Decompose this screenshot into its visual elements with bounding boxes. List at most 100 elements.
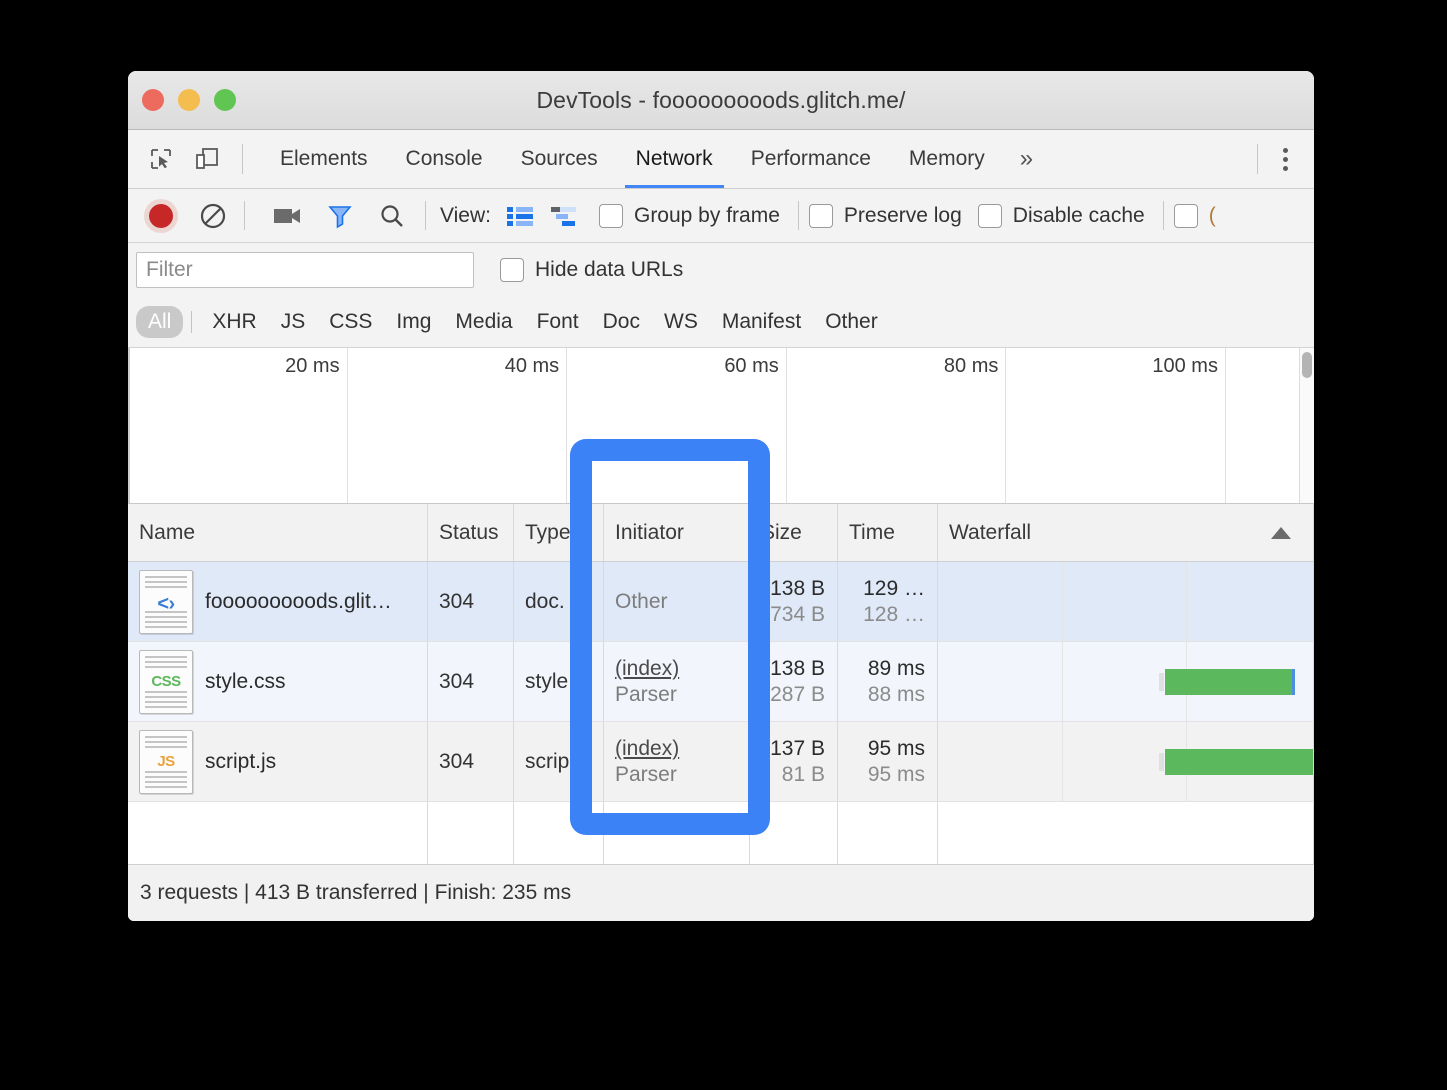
initiator-primary[interactable]: (index) [615, 736, 749, 762]
close-window-button[interactable] [142, 89, 164, 111]
resource-type-filters: All XHR JS CSS Img Media Font Doc WS Man… [128, 297, 1314, 348]
size-primary: 138 B [770, 576, 825, 600]
disable-cache-checkbox[interactable]: Disable cache [977, 203, 1145, 228]
cell-type: scrip [514, 722, 604, 802]
inspect-element-icon[interactable] [142, 140, 180, 178]
preserve-log-checkbox-box[interactable] [808, 203, 833, 228]
request-name: fooooooooods.glit… [205, 589, 392, 613]
filter-input[interactable] [136, 252, 474, 288]
column-header-size[interactable]: Size [750, 504, 838, 561]
initiator-primary[interactable]: (index) [615, 656, 749, 682]
clear-icon[interactable] [194, 197, 232, 235]
time-secondary: 128 … [863, 602, 925, 626]
type-filter-all[interactable]: All [136, 306, 184, 338]
offline-throttle-checkbox-box[interactable] [1173, 203, 1198, 228]
overview-scrollbar[interactable] [1299, 348, 1314, 503]
initiator-secondary: Parser [615, 682, 677, 706]
tab-console[interactable]: Console [387, 130, 502, 188]
window-controls[interactable] [142, 89, 236, 111]
group-by-frame-label: Group by frame [633, 203, 780, 227]
column-header-name[interactable]: Name [128, 504, 428, 561]
cell-status: 304 [428, 562, 514, 642]
toolbar-divider-3 [797, 201, 799, 230]
disable-cache-checkbox-box[interactable] [977, 203, 1002, 228]
cell-status: 304 [428, 642, 514, 722]
network-toolbar: View: Group by frame Preserve log Disabl… [128, 189, 1314, 243]
cell-type: doc. [514, 562, 604, 642]
type-filter-font[interactable]: Font [525, 306, 591, 338]
maximize-window-button[interactable] [214, 89, 236, 111]
devtools-window: DevTools - fooooooooods.glitch.me/ Eleme… [128, 71, 1314, 921]
cell-name[interactable]: CSS style.css [128, 642, 428, 722]
filter-funnel-icon[interactable] [321, 197, 359, 235]
column-header-initiator[interactable]: Initiator [604, 504, 750, 561]
hide-data-urls-checkbox-box[interactable] [500, 258, 524, 282]
preserve-log-label: Preserve log [843, 203, 962, 227]
type-filter-css[interactable]: CSS [317, 306, 384, 338]
group-by-frame-checkbox[interactable]: Group by frame [598, 203, 780, 228]
column-header-time[interactable]: Time [838, 504, 938, 561]
screenshot-stage: DevTools - fooooooooods.glitch.me/ Eleme… [0, 0, 1447, 1090]
search-icon[interactable] [373, 197, 411, 235]
cell-name[interactable]: JS script.js [128, 722, 428, 802]
waterfall-view-icon[interactable] [545, 197, 583, 235]
request-name: style.css [205, 669, 286, 693]
type-filter-xhr[interactable]: XHR [200, 306, 268, 338]
column-header-type[interactable]: Type [514, 504, 604, 561]
cell-time: 89 ms 88 ms [838, 642, 938, 722]
type-filter-img[interactable]: Img [384, 306, 443, 338]
table-row[interactable]: CSS style.css 304 style (index) Parser 1… [128, 642, 1314, 722]
record-icon[interactable] [142, 197, 180, 235]
device-toolbar-icon[interactable] [188, 140, 226, 178]
table-row[interactable]: JS script.js 304 scrip (index) Parser 13… [128, 722, 1314, 802]
cell-time: 129 … 128 … [838, 562, 938, 642]
size-secondary: 81 B [781, 762, 825, 786]
time-secondary: 88 ms [867, 682, 925, 706]
type-filter-manifest[interactable]: Manifest [710, 306, 813, 338]
tab-performance[interactable]: Performance [732, 130, 890, 188]
overview-tick-label: 20 ms [285, 355, 340, 377]
network-overview-timeline[interactable]: 20 ms 40 ms 60 ms 80 ms 100 ms [128, 348, 1314, 504]
filter-bar: Hide data URLs [128, 243, 1314, 297]
waterfall-bar [1158, 749, 1313, 775]
toolbar-divider-1 [244, 201, 245, 230]
tab-network[interactable]: Network [617, 130, 732, 188]
type-filter-js[interactable]: JS [269, 306, 318, 338]
column-header-waterfall[interactable]: Waterfall [938, 504, 1314, 561]
kebab-menu-icon[interactable] [1266, 140, 1304, 178]
minimize-window-button[interactable] [178, 89, 200, 111]
panel-tabs: Elements Console Sources Network Perform… [261, 130, 1249, 188]
group-by-frame-checkbox-box[interactable] [598, 203, 623, 228]
table-row[interactable]: <› fooooooooods.glit… 304 doc. Other 138 [128, 562, 1314, 642]
screenshot-camera-icon[interactable] [269, 197, 307, 235]
window-titlebar: DevTools - fooooooooods.glitch.me/ [128, 71, 1314, 130]
devtools-tabbar: Elements Console Sources Network Perform… [128, 130, 1314, 189]
type-filter-doc[interactable]: Doc [591, 306, 652, 338]
time-primary: 129 … [863, 576, 925, 600]
size-primary: 138 B [770, 656, 825, 680]
type-filter-ws[interactable]: WS [652, 306, 710, 338]
hide-data-urls-checkbox[interactable]: Hide data URLs [500, 258, 683, 282]
status-summary-text: 3 requests | 413 B transferred | Finish:… [140, 881, 572, 904]
tab-memory[interactable]: Memory [890, 130, 1004, 188]
offline-throttle-checkbox[interactable]: ( [1173, 203, 1216, 228]
cell-time: 95 ms 95 ms [838, 722, 938, 802]
cell-name[interactable]: <› fooooooooods.glit… [128, 562, 428, 642]
more-tabs-button[interactable]: » [1004, 130, 1049, 188]
offline-throttle-label-cutoff: ( [1208, 203, 1216, 227]
tab-sources[interactable]: Sources [502, 130, 617, 188]
cell-size: 138 B 734 B [750, 562, 838, 642]
view-label: View: [440, 203, 491, 227]
column-header-waterfall-label: Waterfall [949, 520, 1032, 544]
list-view-icon[interactable] [501, 197, 539, 235]
tab-elements[interactable]: Elements [261, 130, 387, 188]
hide-data-urls-label: Hide data URLs [535, 258, 684, 281]
waterfall-bar [1158, 669, 1296, 695]
sort-ascending-icon [1271, 526, 1291, 539]
type-filter-other[interactable]: Other [813, 306, 890, 338]
preserve-log-checkbox[interactable]: Preserve log [808, 203, 962, 228]
overview-tick-label: 40 ms [504, 355, 560, 377]
type-filter-media[interactable]: Media [443, 306, 524, 338]
initiator-primary: Other [615, 589, 668, 613]
column-header-status[interactable]: Status [428, 504, 514, 561]
